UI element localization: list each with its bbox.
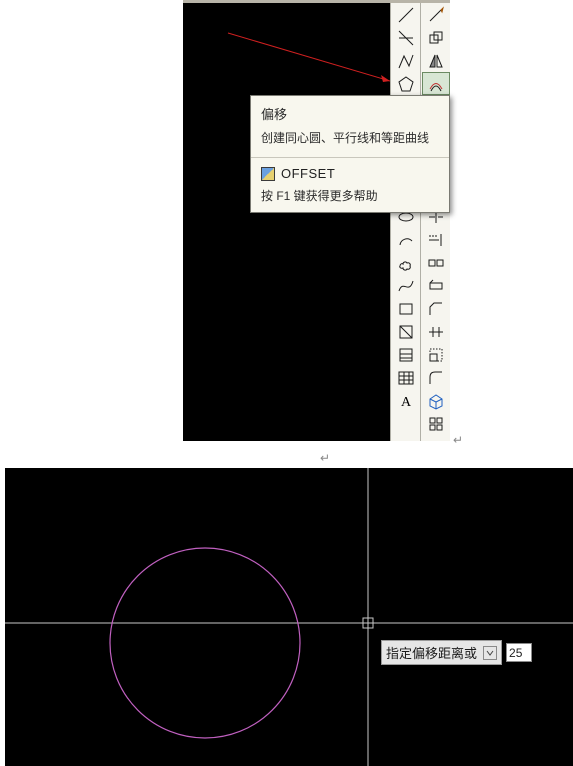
rectangle-tool[interactable] [392, 297, 420, 320]
offset-distance-input[interactable] [506, 643, 532, 662]
top-screenshot: A 偏移 创建同心圆、平行线和等距曲线 [183, 0, 450, 441]
offset-tool[interactable] [422, 72, 450, 95]
svg-text:A: A [401, 395, 412, 410]
chevron-down-icon [486, 649, 494, 657]
mirror-tool[interactable] [422, 49, 450, 72]
tooltip-help: 按 F1 键获得更多帮助 [261, 187, 441, 204]
toolbars: A [390, 0, 450, 441]
line-tool[interactable] [392, 3, 420, 26]
dynamic-prompt: 指定偏移距离或 [381, 640, 532, 665]
join-tool[interactable] [422, 274, 450, 297]
drawing-area[interactable] [5, 468, 573, 766]
tooltip-title: 偏移 [261, 104, 441, 123]
hatch-tool[interactable] [392, 343, 420, 366]
copy-tool[interactable] [422, 26, 450, 49]
cad-viewport [183, 0, 390, 441]
polygon-tool[interactable] [392, 72, 420, 95]
construction-line-tool[interactable] [392, 26, 420, 49]
prompt-label-box: 指定偏移距离或 [381, 640, 502, 665]
draw-toolbar: A [390, 3, 420, 441]
edit-tool[interactable] [422, 3, 450, 26]
arrow-line [183, 3, 390, 93]
revision-cloud-tool[interactable] [392, 251, 420, 274]
prompt-text: 指定偏移距离或 [386, 643, 477, 662]
bottom-screenshot: 指定偏移距离或 [5, 468, 573, 766]
paragraph-mark: ↵ [453, 433, 463, 447]
scale-tool[interactable] [422, 343, 450, 366]
fillet-tool[interactable] [422, 366, 450, 389]
offset-icon [261, 167, 275, 181]
region-tool[interactable] [392, 320, 420, 343]
modify-toolbar [420, 3, 450, 441]
tooltip: 偏移 创建同心圆、平行线和等距曲线 OFFSET 按 F1 键获得更多帮助 [250, 95, 450, 213]
text-tool[interactable]: A [392, 389, 420, 412]
extend-tool[interactable] [422, 228, 450, 251]
tooltip-command: OFFSET [281, 166, 335, 181]
break-tool[interactable] [422, 251, 450, 274]
paragraph-mark: ↵ [320, 451, 330, 465]
align-tool[interactable] [422, 320, 450, 343]
table-tool[interactable] [392, 366, 420, 389]
explode-tool[interactable] [422, 412, 450, 435]
polyline-tool[interactable] [392, 49, 420, 72]
arc-tool[interactable] [392, 228, 420, 251]
spline-tool[interactable] [392, 274, 420, 297]
prompt-dropdown[interactable] [483, 646, 497, 660]
tooltip-desc: 创建同心圆、平行线和等距曲线 [261, 129, 441, 147]
solid-tool[interactable] [422, 389, 450, 412]
chamfer-tool[interactable] [422, 297, 450, 320]
